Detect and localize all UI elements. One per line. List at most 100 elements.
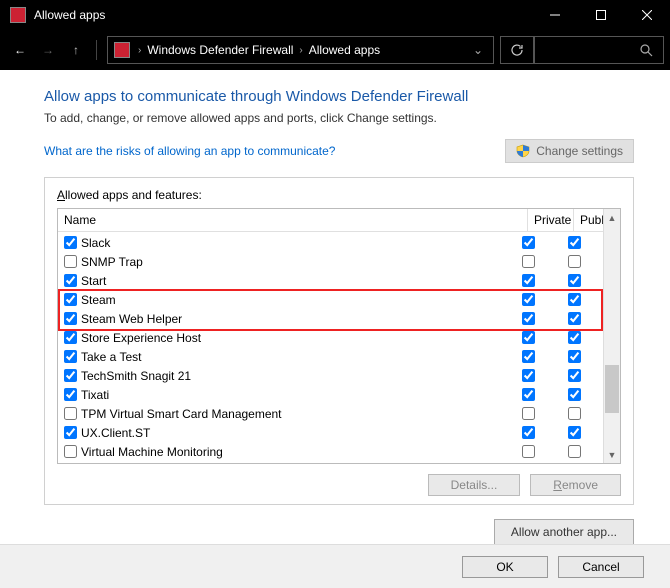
table-row[interactable]: UX.Client.ST bbox=[58, 423, 603, 442]
public-checkbox[interactable] bbox=[568, 331, 581, 344]
change-settings-button[interactable]: Change settings bbox=[505, 139, 634, 163]
table-row[interactable]: Start bbox=[58, 271, 603, 290]
private-checkbox[interactable] bbox=[522, 274, 535, 287]
app-name: Tixati bbox=[81, 388, 505, 402]
public-checkbox[interactable] bbox=[568, 426, 581, 439]
app-name: Steam Web Helper bbox=[81, 312, 505, 326]
highlight-border bbox=[58, 289, 603, 291]
table-row[interactable]: TechSmith Snagit 21 bbox=[58, 366, 603, 385]
apps-table: Name Private Public Slack SNMP Trap Start S… bbox=[57, 208, 621, 464]
app-enable-checkbox[interactable] bbox=[64, 331, 77, 344]
window-title: Allowed apps bbox=[34, 8, 532, 22]
scrollbar[interactable]: ▲ ▼ bbox=[603, 209, 620, 463]
private-checkbox[interactable] bbox=[522, 255, 535, 268]
chevron-down-icon[interactable]: ⌄ bbox=[463, 43, 493, 57]
public-checkbox[interactable] bbox=[568, 388, 581, 401]
refresh-button[interactable] bbox=[500, 36, 534, 64]
public-checkbox[interactable] bbox=[568, 445, 581, 458]
private-checkbox[interactable] bbox=[522, 293, 535, 306]
breadcrumb-item[interactable]: Windows Defender Firewall bbox=[143, 43, 297, 57]
details-button[interactable]: Details... bbox=[428, 474, 521, 496]
table-row[interactable]: Steam Web Helper bbox=[58, 309, 603, 328]
private-checkbox[interactable] bbox=[522, 369, 535, 382]
up-button[interactable]: ↑ bbox=[62, 36, 90, 64]
app-enable-checkbox[interactable] bbox=[64, 255, 77, 268]
content: Allow apps to communicate through Window… bbox=[0, 70, 670, 505]
list-label: Allowed apps and features: bbox=[57, 188, 621, 202]
app-enable-checkbox[interactable] bbox=[64, 293, 77, 306]
ok-button[interactable]: OK bbox=[462, 556, 548, 578]
public-checkbox[interactable] bbox=[568, 236, 581, 249]
search-input[interactable] bbox=[534, 36, 664, 64]
table-header: Name Private Public bbox=[58, 209, 620, 232]
public-checkbox[interactable] bbox=[568, 350, 581, 363]
scroll-down-icon[interactable]: ▼ bbox=[604, 446, 620, 463]
table-row[interactable]: Steam bbox=[58, 290, 603, 309]
app-name: Store Experience Host bbox=[81, 331, 505, 345]
private-checkbox[interactable] bbox=[522, 407, 535, 420]
table-row[interactable]: Take a Test bbox=[58, 347, 603, 366]
app-name: Start bbox=[81, 274, 505, 288]
col-private[interactable]: Private bbox=[528, 209, 574, 231]
forward-button[interactable]: → bbox=[34, 36, 62, 64]
public-checkbox[interactable] bbox=[568, 369, 581, 382]
private-checkbox[interactable] bbox=[522, 426, 535, 439]
app-enable-checkbox[interactable] bbox=[64, 350, 77, 363]
app-enable-checkbox[interactable] bbox=[64, 236, 77, 249]
app-enable-checkbox[interactable] bbox=[64, 407, 77, 420]
breadcrumb[interactable]: › Windows Defender Firewall › Allowed ap… bbox=[107, 36, 494, 64]
table-row[interactable]: TPM Virtual Smart Card Management bbox=[58, 404, 603, 423]
maximize-button[interactable] bbox=[578, 0, 624, 30]
page-subtitle: To add, change, or remove allowed apps a… bbox=[44, 111, 634, 125]
highlight-border bbox=[601, 289, 603, 329]
app-enable-checkbox[interactable] bbox=[64, 426, 77, 439]
risks-link[interactable]: What are the risks of allowing an app to… bbox=[44, 144, 335, 158]
table-row[interactable]: SNMP Trap bbox=[58, 252, 603, 271]
page-heading: Allow apps to communicate through Window… bbox=[44, 88, 634, 105]
app-name: TPM Virtual Smart Card Management bbox=[81, 407, 505, 421]
back-button[interactable]: ← bbox=[6, 36, 34, 64]
close-button[interactable] bbox=[624, 0, 670, 30]
public-checkbox[interactable] bbox=[568, 293, 581, 306]
public-checkbox[interactable] bbox=[568, 407, 581, 420]
app-enable-checkbox[interactable] bbox=[64, 388, 77, 401]
table-row[interactable]: Tixati bbox=[58, 385, 603, 404]
firewall-icon bbox=[10, 7, 26, 23]
app-name: Virtual Machine Monitoring bbox=[81, 445, 505, 459]
private-checkbox[interactable] bbox=[522, 350, 535, 363]
private-checkbox[interactable] bbox=[522, 236, 535, 249]
app-name: TechSmith Snagit 21 bbox=[81, 369, 505, 383]
scroll-track[interactable] bbox=[604, 226, 620, 446]
highlight-border bbox=[58, 289, 60, 329]
app-enable-checkbox[interactable] bbox=[64, 312, 77, 325]
minimize-button[interactable] bbox=[532, 0, 578, 30]
nav-separator bbox=[96, 40, 97, 60]
col-name[interactable]: Name bbox=[58, 209, 528, 231]
app-name: UX.Client.ST bbox=[81, 426, 505, 440]
scroll-thumb[interactable] bbox=[605, 365, 619, 413]
chevron-right-icon: › bbox=[297, 45, 304, 56]
app-name: SNMP Trap bbox=[81, 255, 505, 269]
breadcrumb-item[interactable]: Allowed apps bbox=[305, 43, 384, 57]
app-enable-checkbox[interactable] bbox=[64, 274, 77, 287]
table-row[interactable]: Virtual Machine Monitoring bbox=[58, 442, 603, 461]
public-checkbox[interactable] bbox=[568, 274, 581, 287]
private-checkbox[interactable] bbox=[522, 331, 535, 344]
app-name: Steam bbox=[81, 293, 505, 307]
private-checkbox[interactable] bbox=[522, 388, 535, 401]
change-settings-label: Change settings bbox=[536, 144, 623, 158]
public-checkbox[interactable] bbox=[568, 312, 581, 325]
public-checkbox[interactable] bbox=[568, 255, 581, 268]
remove-button[interactable]: Remove bbox=[530, 474, 621, 496]
private-checkbox[interactable] bbox=[522, 445, 535, 458]
allow-another-app-button[interactable]: Allow another app... bbox=[494, 519, 634, 545]
app-name: Take a Test bbox=[81, 350, 505, 364]
private-checkbox[interactable] bbox=[522, 312, 535, 325]
app-enable-checkbox[interactable] bbox=[64, 369, 77, 382]
app-enable-checkbox[interactable] bbox=[64, 445, 77, 458]
scroll-up-icon[interactable]: ▲ bbox=[604, 209, 620, 226]
cancel-button[interactable]: Cancel bbox=[558, 556, 644, 578]
app-name: Slack bbox=[81, 236, 505, 250]
chevron-right-icon: › bbox=[136, 45, 143, 56]
table-row[interactable]: Slack bbox=[58, 233, 603, 252]
